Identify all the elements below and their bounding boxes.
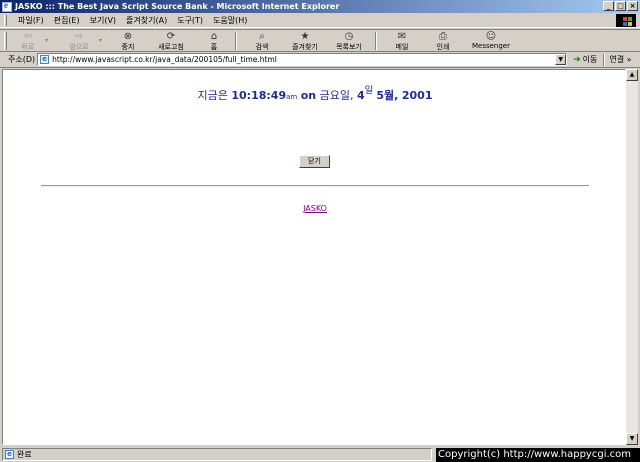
toolbar-separator: [375, 32, 377, 50]
vertical-scrollbar[interactable]: ▲ ▼: [626, 69, 638, 445]
menu-help[interactable]: 도움말(H): [208, 15, 252, 26]
back-arrow-icon: ⇦: [23, 31, 33, 42]
minimize-button[interactable]: _: [603, 1, 614, 11]
menu-file[interactable]: 파일(F): [13, 15, 49, 26]
standard-toolbar: ⇦ 뒤로 ▾ ⇨ 앞으로 ▾ ⊗ 중지 ⟳ 새로고침 ⌂ 홈 ⌕ 검색 ★ 즐겨…: [0, 29, 640, 52]
maximize-button[interactable]: □: [615, 1, 626, 11]
favorites-button[interactable]: ★ 즐겨찾기: [283, 30, 327, 52]
menu-grip[interactable]: [4, 14, 7, 26]
page-icon: e: [40, 55, 50, 64]
on-word: on: [300, 89, 317, 102]
address-bar: 주소(D) e http://www.javascript.co.kr/java…: [0, 52, 640, 68]
window-title: JASKO ::: The Best Java Script Source Ba…: [15, 2, 340, 11]
status-panel: e 완료: [2, 447, 432, 461]
stop-button[interactable]: ⊗ 중지: [111, 30, 145, 52]
horizontal-rule: [41, 185, 589, 187]
address-url[interactable]: http://www.javascript.co.kr/java_data/20…: [52, 55, 277, 64]
year: 2001: [401, 89, 433, 102]
month: 5월,: [376, 89, 399, 102]
home-icon: ⌂: [210, 31, 218, 42]
stop-icon: ⊗: [123, 31, 133, 42]
address-dropdown-icon[interactable]: ▼: [555, 54, 567, 65]
status-text: 완료: [17, 449, 32, 459]
messenger-button[interactable]: ☺ Messenger: [463, 30, 519, 52]
ie-logo-icon: [2, 0, 12, 12]
weekday: 금요일,: [319, 89, 354, 102]
history-icon: ◷: [344, 31, 354, 42]
messenger-icon: ☺: [485, 31, 497, 42]
links-button[interactable]: 연결 »: [609, 54, 631, 65]
address-label: 주소(D): [8, 55, 36, 64]
menu-bar: 파일(F) 편집(E) 보기(V) 즐겨찾기(A) 도구(T) 도움말(H): [0, 13, 640, 28]
copyright-watermark: Copyright(c) http://www.happycgi.com: [436, 448, 640, 462]
search-button[interactable]: ⌕ 검색: [241, 30, 283, 52]
page-content: 지금은 10:18:49am on 금요일, 4일 5월, 2001 닫기 JA…: [2, 69, 626, 445]
current-time-display: 지금은 10:18:49am on 금요일, 4일 5월, 2001: [3, 83, 627, 103]
scroll-up-icon[interactable]: ▲: [626, 69, 638, 81]
close-page-button[interactable]: 닫기: [299, 155, 330, 168]
jasko-link: JASKO: [3, 204, 627, 213]
history-button[interactable]: ◷ 목록보기: [327, 30, 371, 52]
day-number: 4: [356, 89, 365, 102]
windows-logo-icon: [616, 14, 636, 27]
title-bar: JASKO ::: The Best Java Script Source Ba…: [0, 0, 640, 13]
ampm-label: am: [286, 93, 298, 101]
scroll-down-icon[interactable]: ▼: [626, 433, 638, 445]
refresh-button[interactable]: ⟳ 새로고침: [145, 30, 197, 52]
mail-button[interactable]: ✉ 메일: [381, 30, 423, 52]
close-window-button[interactable]: ×: [627, 1, 638, 11]
menu-edit[interactable]: 편집(E): [49, 15, 85, 26]
links-separator: [603, 53, 606, 66]
go-arrow-icon: ➜: [573, 54, 581, 65]
toolbar-separator: [235, 32, 237, 50]
forward-button[interactable]: ⇨ 앞으로: [59, 30, 99, 52]
print-icon: ⎙: [439, 31, 447, 42]
toolbar-grip[interactable]: [4, 32, 7, 50]
time-value: 10:18:49: [231, 89, 287, 102]
jasko-link-text[interactable]: JASKO: [303, 204, 327, 213]
print-button[interactable]: ⎙ 인쇄: [423, 30, 463, 52]
refresh-icon: ⟳: [166, 31, 176, 42]
forward-arrow-icon: ⇨: [74, 31, 84, 42]
menu-view[interactable]: 보기(V): [85, 15, 121, 26]
mail-icon: ✉: [397, 31, 407, 42]
address-input[interactable]: e http://www.javascript.co.kr/java_data/…: [37, 53, 568, 66]
forward-dropdown-icon[interactable]: ▾: [99, 30, 107, 44]
back-dropdown-icon[interactable]: ▾: [45, 30, 53, 44]
search-icon: ⌕: [259, 31, 265, 42]
favorites-icon: ★: [300, 31, 310, 42]
window-controls: _ □ ×: [602, 1, 638, 11]
status-bar: e 완료 Copyright(c) http://www.happycgi.co…: [0, 446, 640, 462]
day-suffix: 일: [364, 86, 373, 96]
page-done-icon: e: [5, 449, 14, 459]
go-button[interactable]: ➜ 이동: [573, 54, 597, 65]
menu-favorites[interactable]: 즐겨찾기(A): [121, 15, 172, 26]
time-prefix: 지금은: [197, 89, 228, 102]
home-button[interactable]: ⌂ 홈: [197, 30, 231, 52]
menu-tools[interactable]: 도구(T): [172, 15, 208, 26]
back-button[interactable]: ⇦ 뒤로: [11, 30, 45, 52]
